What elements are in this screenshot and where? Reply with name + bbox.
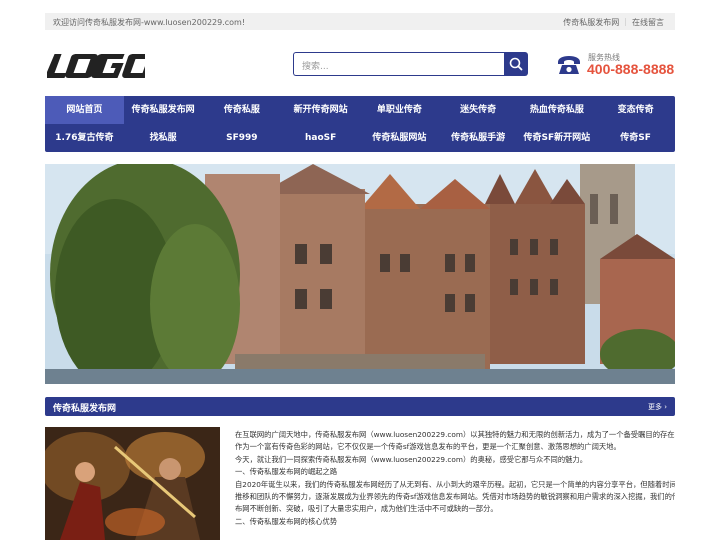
- article-heading: 一、传奇私服发布网的崛起之路: [235, 467, 338, 477]
- hotline-number: 400-888-8888: [587, 61, 675, 77]
- nav-item[interactable]: 传奇私服手游: [439, 124, 518, 152]
- article-body: 在互联网的广阔天地中，传奇私服发布网（www.luosen200229.com）…: [235, 429, 675, 528]
- nav-item[interactable]: 变态传奇: [596, 96, 675, 124]
- nav-item[interactable]: 1.76复古传奇: [45, 124, 124, 152]
- nav-item[interactable]: 传奇SF: [596, 124, 675, 152]
- article-paragraph: 布网不断创新、突破，吸引了大量忠实用户，成为他们生活中不可或缺的一部分。: [235, 504, 498, 514]
- more-link[interactable]: 更多 ›: [648, 402, 667, 412]
- top-bar: 欢迎访问传奇私服发布网-www.luosen200229.com! 传奇私服发布…: [45, 13, 675, 30]
- nav-item[interactable]: 传奇SF新开网站: [518, 124, 597, 152]
- game-warrior-illustration: [45, 427, 220, 540]
- top-links: 传奇私服发布网 | 在线留言: [558, 17, 669, 28]
- nav-item[interactable]: 新开传奇网站: [281, 96, 360, 124]
- article-paragraph: 在互联网的广阔天地中，传奇私服发布网（www.luosen200229.com）…: [235, 430, 675, 439]
- nav-item[interactable]: 单职业传奇: [360, 96, 439, 124]
- town-canal-illustration: [45, 164, 675, 384]
- nav-item[interactable]: haoSF: [281, 124, 360, 152]
- section-title: 传奇私服发布网: [53, 404, 117, 414]
- nav-item[interactable]: 找私服: [124, 124, 203, 152]
- nav-item-home[interactable]: 网站首页: [45, 96, 124, 124]
- site-logo[interactable]: [47, 52, 145, 80]
- article-heading: 二、传奇私服发布网的核心优势: [235, 516, 338, 526]
- hero-banner-image[interactable]: [45, 164, 675, 384]
- nav-item[interactable]: 传奇私服网站: [360, 124, 439, 152]
- nav-item[interactable]: 传奇私服发布网: [124, 96, 203, 124]
- top-link-home[interactable]: 传奇私服发布网: [558, 17, 624, 28]
- nav-item[interactable]: SF999: [203, 124, 282, 152]
- nav-row: 网站首页 传奇私服发布网 传奇私服 新开传奇网站 单职业传奇 迷失传奇 热血传奇…: [45, 96, 675, 124]
- nav-item[interactable]: 迷失传奇: [439, 96, 518, 124]
- main-nav: 网站首页 传奇私服发布网 传奇私服 新开传奇网站 单职业传奇 迷失传奇 热血传奇…: [45, 96, 675, 152]
- hotline: 服务热线 400-888-8888: [556, 52, 676, 78]
- article-paragraph: 自2020年诞生以来，我们的传奇私服发布网经历了从无到有、从小到大的艰辛历程。起…: [235, 479, 675, 489]
- search-button[interactable]: [504, 52, 528, 76]
- article-paragraph: 推移和团队的不懈努力，逐渐发展成为业界领先的传奇sf游戏信息发布网站。凭借对市场…: [235, 492, 675, 502]
- nav-row: 1.76复古传奇 找私服 SF999 haoSF 传奇私服网站 传奇私服手游 传…: [45, 124, 675, 152]
- welcome-text: 欢迎访问传奇私服发布网-www.luosen200229.com!: [53, 18, 246, 27]
- phone-icon: [558, 56, 580, 74]
- search-icon: [509, 57, 523, 71]
- article-paragraph: 作为一个富有传奇色彩的网站，它不仅仅是一个传奇sf游戏信息发布的平台，更是一个汇…: [235, 442, 621, 452]
- top-link-message[interactable]: 在线留言: [627, 17, 669, 28]
- search-input[interactable]: 搜索...: [293, 52, 504, 76]
- nav-item[interactable]: 热血传奇私服: [518, 96, 597, 124]
- article-thumbnail[interactable]: [45, 427, 220, 540]
- search-form: 搜索...: [293, 52, 528, 76]
- more-label: 更多: [647, 403, 662, 411]
- article-paragraph: 今天，就让我们一同探索传奇私服发布网（www.luosen200229.com）…: [235, 454, 588, 464]
- nav-item[interactable]: 传奇私服: [203, 96, 282, 124]
- section-header: 传奇私服发布网 更多 ›: [45, 397, 675, 416]
